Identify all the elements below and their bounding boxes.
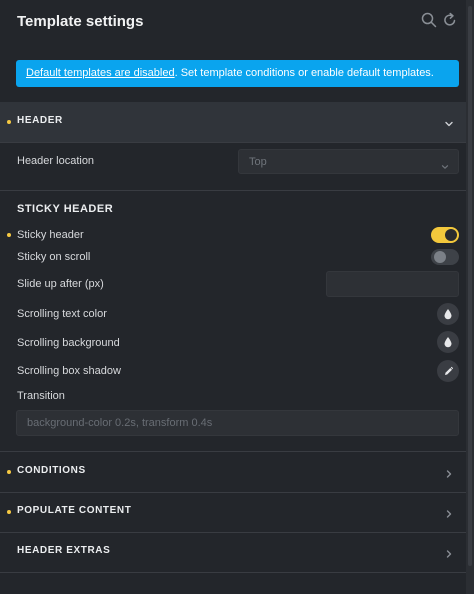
scrolling-box-shadow-editor[interactable] xyxy=(437,360,459,382)
toggle-knob xyxy=(445,229,457,241)
section-header-toggle[interactable]: HEADER xyxy=(0,102,466,142)
sticky-on-scroll-label: Sticky on scroll xyxy=(17,251,91,263)
divider xyxy=(0,142,466,143)
sticky-on-scroll-toggle[interactable] xyxy=(431,249,459,265)
sticky-header-toggle[interactable] xyxy=(431,227,459,243)
scrolling-background-label: Scrolling background xyxy=(17,337,120,349)
scrolling-box-shadow-label: Scrolling box shadow xyxy=(17,365,121,377)
pencil-icon xyxy=(445,366,453,375)
chevron-down-icon xyxy=(441,158,449,169)
modified-indicator xyxy=(7,120,11,124)
sticky-header-title: STICKY HEADER xyxy=(17,203,114,215)
section-header-extras-label: HEADER EXTRAS xyxy=(17,545,111,556)
chevron-right-icon xyxy=(444,546,454,558)
divider xyxy=(0,190,466,191)
panel-title: Template settings xyxy=(17,13,144,30)
color-drop-icon xyxy=(444,309,452,320)
section-populate-content-label: POPULATE CONTENT xyxy=(17,505,132,516)
section-populate-content-toggle[interactable]: POPULATE CONTENT xyxy=(0,492,466,532)
scrolling-text-color-label: Scrolling text color xyxy=(17,308,107,320)
scrolling-text-color-picker[interactable] xyxy=(437,303,459,325)
slide-up-after-input[interactable] xyxy=(326,271,459,297)
header-location-label: Header location xyxy=(17,155,95,167)
slide-up-after-label: Slide up after (px) xyxy=(17,278,104,290)
section-conditions-label: CONDITIONS xyxy=(17,465,86,476)
chevron-down-icon xyxy=(444,116,454,127)
chevron-right-icon xyxy=(444,506,454,518)
info-banner: Default templates are disabled. Set temp… xyxy=(16,60,459,87)
enable-default-templates-link[interactable]: Default templates are disabled xyxy=(26,67,175,79)
toggle-knob xyxy=(434,251,446,263)
color-drop-icon xyxy=(444,337,452,348)
scrolling-background-picker[interactable] xyxy=(437,331,459,353)
panel-topbar: Template settings xyxy=(0,0,466,44)
chevron-right-icon xyxy=(444,466,454,478)
search-icon[interactable] xyxy=(421,12,437,30)
scrollbar-thumb[interactable] xyxy=(468,6,472,566)
transition-label: Transition xyxy=(17,390,65,402)
section-header-extras-toggle[interactable]: HEADER EXTRAS xyxy=(0,532,466,572)
divider xyxy=(0,572,466,573)
header-location-select[interactable]: Top xyxy=(238,149,459,174)
section-header-label: HEADER xyxy=(17,115,63,126)
modified-indicator xyxy=(7,510,11,514)
banner-text: . Set template conditions or enable defa… xyxy=(174,67,434,79)
panel-scrollbar[interactable] xyxy=(466,0,474,594)
transition-input[interactable] xyxy=(16,410,459,436)
header-location-value: Top xyxy=(249,156,267,168)
section-conditions-toggle[interactable]: CONDITIONS xyxy=(0,452,466,492)
modified-indicator xyxy=(7,470,11,474)
modified-indicator xyxy=(7,233,11,237)
sticky-header-label: Sticky header xyxy=(17,229,84,241)
template-settings-panel: Template settings Default templates are … xyxy=(0,0,466,594)
reset-icon[interactable] xyxy=(442,12,458,30)
